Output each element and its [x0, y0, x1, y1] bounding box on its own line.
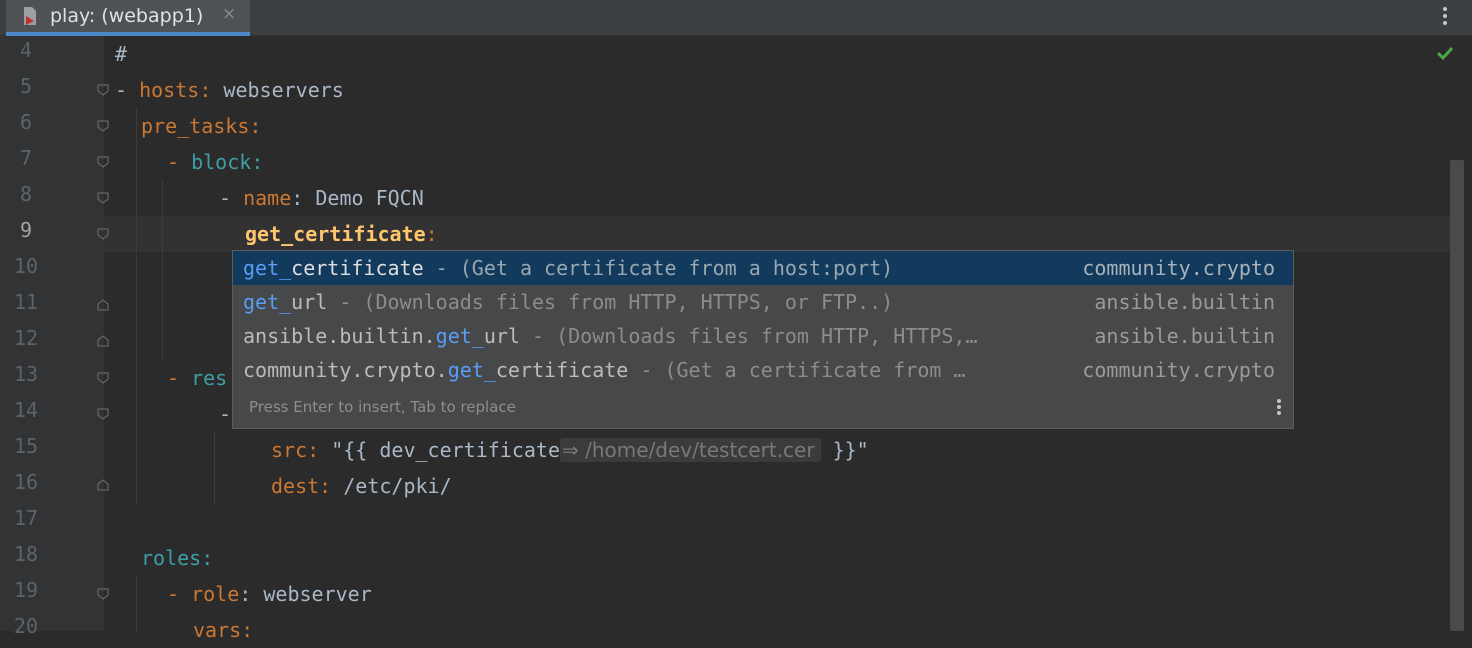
line-number: 8 [19, 182, 33, 206]
completion-item[interactable]: community.crypto.get_certificate - (Get … [233, 353, 1293, 387]
fold-open-icon[interactable] [97, 120, 109, 132]
indent-guide [162, 180, 163, 360]
completion-source: community.crypto [1082, 256, 1275, 280]
completion-source: community.crypto [1082, 358, 1275, 382]
line-number: 19 [13, 578, 39, 602]
fold-close-icon[interactable] [97, 335, 109, 347]
code-line-7[interactable]: - block: [167, 144, 263, 180]
completion-ad-text: Press Enter to insert, Tab to replace [249, 398, 516, 416]
code-line-6[interactable]: pre_tasks: [141, 108, 261, 144]
line-number: 20 [13, 614, 39, 638]
code-line-19[interactable]: - role: webserver [167, 576, 372, 612]
indent-guide [136, 576, 137, 631]
line-number: 5 [19, 74, 33, 98]
fold-open-icon[interactable] [97, 588, 109, 600]
completion-source: ansible.builtin [1094, 324, 1275, 348]
line-number: 18 [13, 542, 39, 566]
vertical-scrollbar[interactable] [1450, 160, 1464, 631]
more-options-icon[interactable] [1276, 399, 1282, 419]
code-line-14[interactable]: - [219, 396, 231, 432]
line-number: 12 [13, 326, 39, 350]
inlay-value-hint: ⇒ /home/dev/testcert.cer [560, 438, 821, 462]
completion-item[interactable]: get_url - (Downloads files from HTTP, HT… [233, 285, 1293, 319]
line-number: 11 [13, 290, 39, 314]
line-number: 14 [13, 398, 39, 422]
tab-title[interactable]: play: (webapp1) [50, 5, 203, 27]
fold-open-icon[interactable] [97, 228, 109, 240]
completion-item[interactable]: ansible.builtin.get_url - (Downloads fil… [233, 319, 1293, 353]
line-number-current: 9 [19, 218, 33, 242]
completion-popup: get_certificate - (Get a certificate fro… [232, 250, 1294, 429]
fold-open-icon[interactable] [97, 408, 109, 420]
code-line-9[interactable]: get_certificate: [245, 216, 438, 252]
more-options-icon[interactable] [1436, 4, 1454, 30]
fold-open-icon[interactable] [97, 192, 109, 204]
code-line-18[interactable]: roles: [141, 540, 213, 576]
line-number: 15 [13, 434, 39, 458]
completion-source: ansible.builtin [1094, 290, 1275, 314]
line-number: 16 [13, 470, 39, 494]
completion-item[interactable]: get_certificate - (Get a certificate fro… [233, 251, 1293, 285]
line-number: 4 [19, 38, 33, 62]
code-line-16[interactable]: dest: /etc/pki/ [271, 468, 452, 504]
code-line-8[interactable]: - name: Demo FQCN [219, 180, 424, 216]
ansible-file-icon [24, 7, 36, 25]
line-number: 10 [13, 254, 39, 278]
code-line-5[interactable]: - hosts: webservers [115, 72, 344, 108]
inspection-ok-icon[interactable] [1436, 44, 1454, 62]
fold-open-icon[interactable] [97, 372, 109, 384]
indent-guide [214, 432, 215, 504]
code-line-13[interactable]: - res [167, 360, 227, 396]
fold-close-icon[interactable] [97, 479, 109, 491]
indent-guide [136, 108, 137, 504]
line-number: 6 [19, 110, 33, 134]
close-icon[interactable]: × [222, 4, 236, 24]
code-line-20[interactable]: vars: [193, 612, 253, 648]
editor-tab-bar: play: (webapp1) × [0, 0, 1472, 36]
line-number: 13 [13, 362, 39, 386]
fold-open-icon[interactable] [97, 84, 109, 96]
fold-close-icon[interactable] [97, 299, 109, 311]
fold-open-icon[interactable] [97, 156, 109, 168]
code-line-4[interactable]: # [115, 36, 127, 72]
code-line-15[interactable]: src: "{{ dev_certificate ⇒ /home/dev/test… [271, 432, 869, 468]
line-number: 7 [19, 146, 33, 170]
line-number: 17 [13, 506, 39, 530]
